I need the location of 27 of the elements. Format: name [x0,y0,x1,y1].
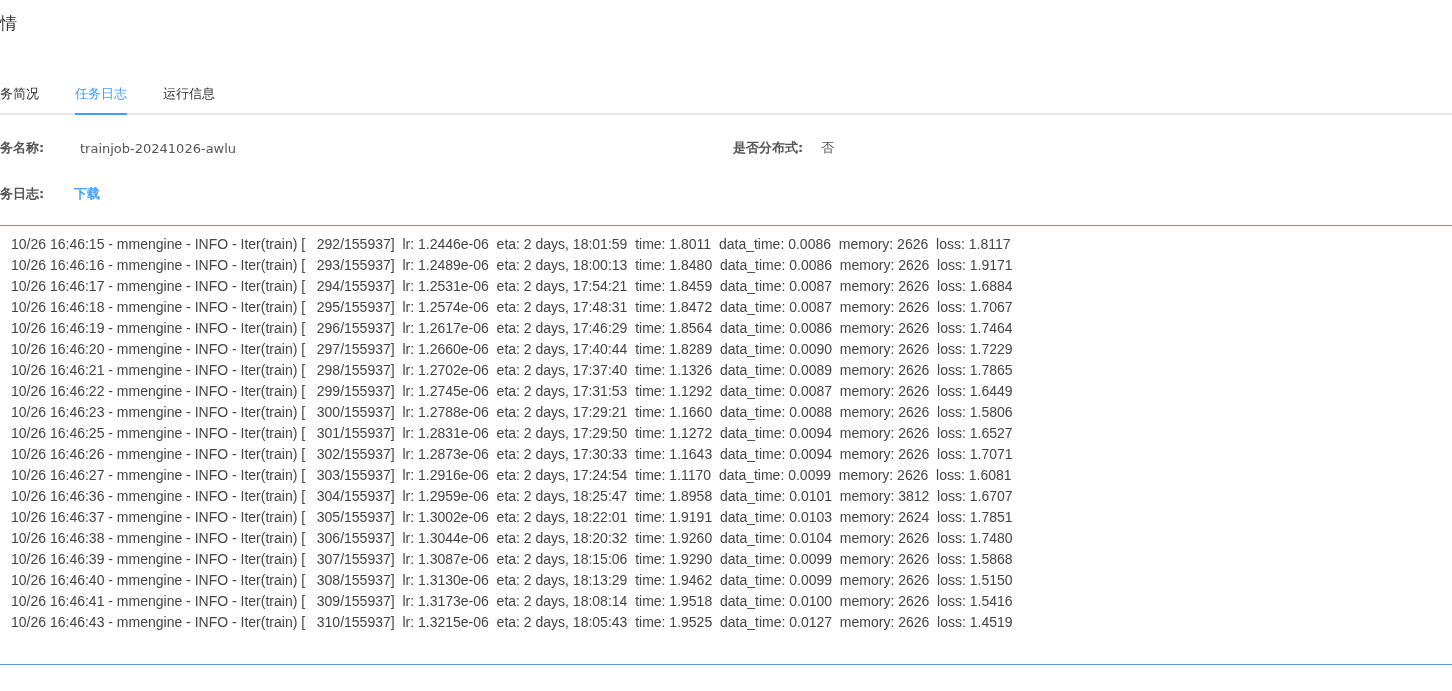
field-label: 是否分布式: [733,139,804,157]
page-title: 情 [0,12,18,35]
field-value: 否 [821,139,835,157]
log-line: 10/26 16:46:36 - mmengine - INFO - Iter(train) [ 304/155937] lr: 1.2959e-06 eta: 2 days, 18:25:47 time: 1.8958 data_time: 0.0101 memory: 3812 loss: 1.6707 [11,487,1014,506]
log-line: 10/26 16:46:23 - mmengine - INFO - Iter(train) [ 300/155937] lr: 1.2788e-06 eta: 2 days, 17:29:21 time: 1.1660 data_time: 0.0088 memory: 2626 loss: 1.5806 [11,403,1014,422]
log-line: 10/26 16:46:19 - mmengine - INFO - Iter(train) [ 296/155937] lr: 1.2617e-06 eta: 2 days, 17:46:29 time: 1.8564 data_time: 0.0086 memory: 2626 loss: 1.7464 [11,319,1014,338]
field-label: 务名称: [0,139,46,157]
tab[interactable]: 务简况 [0,72,39,115]
field-value: trainjob-20241026-awlu [80,140,237,156]
log-line: 10/26 16:46:20 - mmengine - INFO - Iter(train) [ 297/155937] lr: 1.2660e-06 eta: 2 days, 17:40:44 time: 1.8289 data_time: 0.0090 memory: 2626 loss: 1.7229 [11,340,1014,359]
log-line: 10/26 16:46:43 - mmengine - INFO - Iter(train) [ 310/155937] lr: 1.3215e-06 eta: 2 days, 18:05:43 time: 1.9525 data_time: 0.0127 memory: 2626 loss: 1.4519 [11,613,1014,632]
tab[interactable]: 运行信息 [163,72,215,115]
log-line: 10/26 16:46:17 - mmengine - INFO - Iter(train) [ 294/155937] lr: 1.2531e-06 eta: 2 days, 17:54:21 time: 1.8459 data_time: 0.0087 memory: 2626 loss: 1.6884 [11,277,1014,296]
log-line: 10/26 16:46:26 - mmengine - INFO - Iter(train) [ 302/155937] lr: 1.2873e-06 eta: 2 days, 17:30:33 time: 1.1643 data_time: 0.0094 memory: 2626 loss: 1.7071 [11,445,1014,464]
log-line: 10/26 16:46:18 - mmengine - INFO - Iter(train) [ 295/155937] lr: 1.2574e-06 eta: 2 days, 17:48:31 time: 1.8472 data_time: 0.0087 memory: 2626 loss: 1.7067 [11,298,1014,317]
log-line: 10/26 16:46:22 - mmengine - INFO - Iter(train) [ 299/155937] lr: 1.2745e-06 eta: 2 days, 17:31:53 time: 1.1292 data_time: 0.0087 memory: 2626 loss: 1.6449 [11,382,1014,401]
log-line: 10/26 16:46:37 - mmengine - INFO - Iter(train) [ 305/155937] lr: 1.3002e-06 eta: 2 days, 18:22:01 time: 1.9191 data_time: 0.0103 memory: 2624 loss: 1.7851 [11,508,1014,527]
field-label: 务日志: [0,185,46,203]
log-line: 10/26 16:46:40 - mmengine - INFO - Iter(train) [ 308/155937] lr: 1.3130e-06 eta: 2 days, 18:13:29 time: 1.9462 data_time: 0.0099 memory: 2626 loss: 1.5150 [11,571,1014,590]
log-line: 10/26 16:46:25 - mmengine - INFO - Iter(train) [ 301/155937] lr: 1.2831e-06 eta: 2 days, 17:29:50 time: 1.1272 data_time: 0.0094 memory: 2626 loss: 1.6527 [11,424,1014,443]
log-line: 10/26 16:46:16 - mmengine - INFO - Iter(train) [ 293/155937] lr: 1.2489e-06 eta: 2 days, 18:00:13 time: 1.8480 data_time: 0.0086 memory: 2626 loss: 1.9171 [11,256,1014,275]
log-line: 10/26 16:46:21 - mmengine - INFO - Iter(train) [ 298/155937] lr: 1.2702e-06 eta: 2 days, 17:37:40 time: 1.1326 data_time: 0.0089 memory: 2626 loss: 1.7865 [11,361,1014,380]
log-line: 10/26 16:46:39 - mmengine - INFO - Iter(train) [ 307/155937] lr: 1.3087e-06 eta: 2 days, 18:15:06 time: 1.9290 data_time: 0.0099 memory: 2626 loss: 1.5868 [11,550,1014,569]
log-line: 10/26 16:46:15 - mmengine - INFO - Iter(train) [ 292/155937] lr: 1.2446e-06 eta: 2 days, 18:01:59 time: 1.8011 data_time: 0.0086 memory: 2626 loss: 1.8117 [11,235,1012,254]
log-line: 10/26 16:46:38 - mmengine - INFO - Iter(train) [ 306/155937] lr: 1.3044e-06 eta: 2 days, 18:20:32 time: 1.9260 data_time: 0.0104 memory: 2626 loss: 1.7480 [11,529,1014,548]
log-line: 10/26 16:46:27 - mmengine - INFO - Iter(train) [ 303/155937] lr: 1.2916e-06 eta: 2 days, 17:24:54 time: 1.1170 data_time: 0.0099 memory: 2626 loss: 1.6081 [11,466,1013,485]
log-line: 10/26 16:46:41 - mmengine - INFO - Iter(train) [ 309/155937] lr: 1.3173e-06 eta: 2 days, 18:08:14 time: 1.9518 data_time: 0.0100 memory: 2626 loss: 1.5416 [11,592,1014,611]
